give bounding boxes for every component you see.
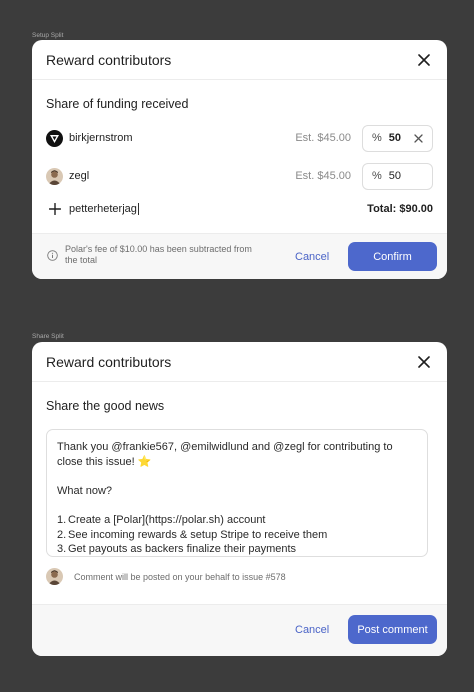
confirm-button[interactable]: Confirm bbox=[348, 242, 437, 271]
add-contributor-input[interactable]: petterheterjag bbox=[69, 203, 139, 215]
steps-list: 1. Create a [Polar](https://polar.sh) acc… bbox=[57, 513, 417, 557]
setup-split-modal: Reward contributors Share of funding rec… bbox=[32, 40, 447, 279]
section-title: Share the good news bbox=[46, 399, 165, 413]
contributor-username: birkjernstrom bbox=[69, 132, 133, 144]
contributor-row: birkjernstrom Est. $45.00 % 50 bbox=[46, 124, 433, 152]
list-item: 3. Get payouts as backers finalize their … bbox=[57, 543, 297, 556]
close-button[interactable] bbox=[415, 353, 433, 371]
list-item: 2. See incoming rewards & setup Stripe to… bbox=[57, 528, 328, 541]
message-line: What now? bbox=[57, 484, 113, 497]
close-icon bbox=[414, 133, 423, 143]
contributor-estimate: Est. $45.00 bbox=[295, 132, 351, 144]
modal-title: Reward contributors bbox=[46, 353, 172, 370]
contributor-username: zegl bbox=[69, 170, 90, 182]
modal-footer: Polar's fee of $10.00 has been subtracte… bbox=[32, 233, 447, 279]
modal-footer: Cancel Post comment bbox=[32, 604, 447, 656]
fee-note: Polar's fee of $10.00 has been subtracte… bbox=[65, 244, 252, 265]
percent-value[interactable]: 50 bbox=[389, 132, 401, 144]
cancel-button[interactable]: Cancel bbox=[295, 251, 329, 263]
share-split-modal: Reward contributors Share the good news … bbox=[32, 342, 447, 656]
polar-logo-icon bbox=[46, 129, 63, 147]
cancel-button[interactable]: Cancel bbox=[295, 624, 329, 636]
percent-input[interactable]: % 50 bbox=[362, 162, 433, 190]
frame-label-share-split: Share Split bbox=[32, 333, 64, 340]
info-icon bbox=[47, 250, 58, 261]
comment-author-row: Comment will be posted on your behalf to… bbox=[46, 568, 286, 585]
list-item: 1. Create a [Polar](https://polar.sh) acc… bbox=[57, 513, 266, 526]
remove-contributor-button[interactable] bbox=[414, 133, 423, 143]
total-amount: Total: $90.00 bbox=[367, 203, 433, 215]
plus-icon[interactable] bbox=[46, 203, 63, 215]
section-title: Share of funding received bbox=[46, 97, 189, 111]
close-icon bbox=[418, 53, 430, 66]
post-comment-button[interactable]: Post comment bbox=[348, 615, 437, 644]
comment-note: Comment will be posted on your behalf to… bbox=[74, 571, 286, 582]
percent-value[interactable]: 50 bbox=[389, 170, 401, 182]
message-line: Thank you @frankie567, @emilwidlund and … bbox=[57, 441, 393, 468]
frame-label-setup-split: Setup Split bbox=[32, 32, 64, 39]
percent-sign: % bbox=[372, 132, 382, 144]
comment-textarea[interactable]: Thank you @frankie567, @emilwidlund and … bbox=[46, 429, 428, 557]
modal-header: Reward contributors bbox=[32, 342, 447, 382]
avatar bbox=[46, 568, 63, 585]
percent-input[interactable]: % 50 bbox=[362, 124, 433, 152]
contributor-row: zegl Est. $45.00 % 50 bbox=[46, 162, 433, 190]
close-icon bbox=[418, 355, 430, 368]
close-button[interactable] bbox=[415, 51, 433, 69]
modal-header: Reward contributors bbox=[32, 40, 447, 80]
add-contributor-row: petterheterjag Total: $90.00 bbox=[46, 195, 433, 223]
contributor-estimate: Est. $45.00 bbox=[295, 170, 351, 182]
modal-title: Reward contributors bbox=[46, 51, 172, 68]
percent-sign: % bbox=[372, 170, 382, 182]
user-avatar bbox=[46, 167, 63, 185]
